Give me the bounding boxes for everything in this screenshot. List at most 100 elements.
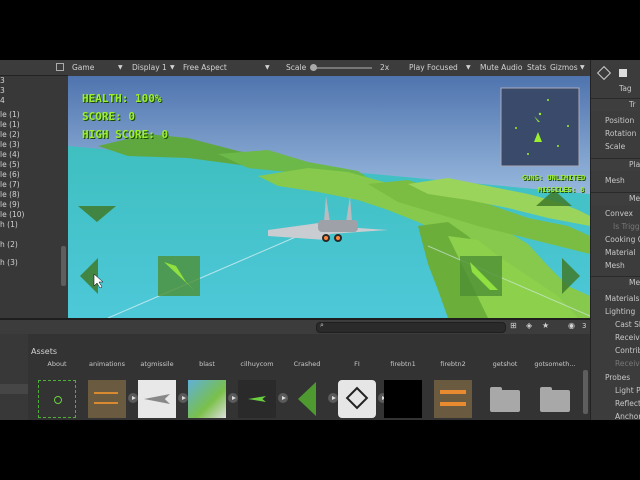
hierarchy-row[interactable]: le (7): [0, 180, 20, 190]
arrow-sprite-icon[interactable]: [288, 380, 326, 418]
asset-label: About: [47, 360, 67, 368]
cube-icon: [596, 65, 612, 81]
hierarchy-row[interactable]: le (1): [0, 120, 20, 130]
contribute-gi-label: Contrib: [615, 346, 640, 355]
hierarchy-row[interactable]: 3: [0, 86, 5, 96]
hierarchy-row[interactable]: 4: [0, 96, 5, 106]
asset-label: FI: [354, 360, 360, 368]
game-tab-dropdown-icon[interactable]: ▼: [118, 64, 123, 71]
project-search-input[interactable]: [316, 322, 506, 333]
light-probes-label: Light P: [615, 386, 640, 395]
hidden-count: 3: [582, 322, 587, 330]
filter-icon[interactable]: ⊞: [510, 321, 517, 330]
game-scene: [68, 76, 590, 318]
cast-shadows-label: Cast Sh: [615, 320, 640, 329]
mesh-renderer-title: Me: [629, 278, 640, 287]
scale-slider-handle[interactable]: [310, 64, 317, 71]
missiles-label: MISSILES: 8: [538, 186, 585, 194]
assets-scrollbar[interactable]: [583, 370, 588, 414]
hierarchy-row[interactable]: h (1): [0, 220, 18, 230]
hierarchy-row[interactable]: le (8): [0, 190, 20, 200]
expand-asset-button[interactable]: [328, 393, 338, 403]
scale-slider[interactable]: [310, 64, 372, 71]
crosshair-sprite-icon[interactable]: [38, 380, 76, 418]
receive-shadows-label: Receiv: [615, 333, 640, 342]
scale-value: 2x: [380, 63, 390, 72]
asset-label: atgmissile: [140, 360, 174, 368]
expand-asset-button[interactable]: [228, 393, 238, 403]
aspect-dropdown[interactable]: Free Aspect: [183, 63, 227, 72]
rotation-label: Rotation: [605, 129, 637, 138]
tag-label: Tag: [619, 84, 632, 93]
stats-toggle[interactable]: Stats: [527, 63, 546, 72]
game-tab[interactable]: Game: [72, 63, 94, 72]
unity-asset-icon[interactable]: [338, 380, 376, 418]
plane-sprite-icon[interactable]: [238, 380, 276, 418]
assets-panel: Assets About animations atgmissile blast cil…: [28, 334, 590, 420]
asset-label: gotsometh...: [534, 360, 576, 368]
aspect-dropdown-icon[interactable]: ▼: [265, 64, 270, 71]
convex-label: Convex: [605, 209, 633, 218]
reflection-probes-label: Reflect: [615, 399, 640, 408]
game-view[interactable]: HEALTH: 100% SCORE: 0 HIGH SCORE: 0 GUNS…: [68, 76, 590, 318]
hierarchy-row[interactable]: le (5): [0, 160, 20, 170]
animation-sprite-icon[interactable]: [88, 380, 126, 418]
mesh-filter-section[interactable]: Pla: [591, 158, 640, 171]
hierarchy-row[interactable]: le (3): [0, 140, 20, 150]
assets-breadcrumb[interactable]: Assets: [31, 347, 57, 356]
project-folder-tree: [0, 334, 28, 420]
active-checkbox[interactable]: [619, 69, 627, 77]
gizmos-toggle[interactable]: Gizmos: [550, 63, 578, 72]
black-sprite-icon[interactable]: [384, 380, 422, 418]
hierarchy-panel: 3 3 4 le (1) le (1) le (2) le (3) le (4) le (5) l…: [0, 60, 68, 318]
project-toolbar: ⌕ ⊞ ◈ ★ ◉ 3: [0, 318, 590, 334]
mesh-collider-title: Me: [629, 194, 640, 203]
expand-asset-button[interactable]: [278, 393, 288, 403]
asset-label: Crashed: [293, 360, 321, 368]
hierarchy-row[interactable]: 3: [0, 76, 5, 86]
gizmos-dropdown-icon[interactable]: ▼: [580, 64, 585, 71]
mute-audio-toggle[interactable]: Mute Audio: [480, 63, 522, 72]
hierarchy-header: [0, 60, 68, 76]
hierarchy-scrollbar[interactable]: [61, 246, 66, 286]
hidden-packages-icon[interactable]: ◉: [568, 321, 575, 330]
expand-asset-button[interactable]: [128, 393, 138, 403]
hierarchy-row[interactable]: le (6): [0, 170, 20, 180]
play-mode-dropdown-icon[interactable]: ▼: [466, 64, 471, 71]
game-toolbar: Game ▼ Display 1 ▼ Free Aspect ▼ Scale 2…: [68, 60, 590, 77]
folder-icon[interactable]: [486, 380, 524, 418]
terrain-sprite-icon[interactable]: [188, 380, 226, 418]
mesh-renderer-section[interactable]: Me: [591, 276, 640, 289]
hierarchy-row[interactable]: le (4): [0, 150, 20, 160]
expand-asset-button[interactable]: [178, 393, 188, 403]
mesh-collider-section[interactable]: Me: [591, 192, 640, 205]
fire-sprite-icon[interactable]: [434, 380, 472, 418]
hierarchy-row[interactable]: le (10): [0, 210, 24, 220]
folder-tree-row[interactable]: [0, 384, 28, 394]
display-dropdown-icon[interactable]: ▼: [170, 64, 175, 71]
label-icon[interactable]: ◈: [526, 321, 532, 330]
asset-label: animations: [88, 360, 126, 368]
hierarchy-row[interactable]: le (2): [0, 130, 20, 140]
score-label: SCORE: 0: [82, 110, 135, 123]
scale-label: Scale: [605, 142, 626, 151]
inspector-panel: Tag Tr Position Rotation Scale Pla Mesh …: [590, 60, 640, 420]
anchor-label: Anchor: [615, 412, 640, 420]
hierarchy-row[interactable]: le (9): [0, 200, 20, 210]
hierarchy-row[interactable]: h (3): [0, 258, 18, 268]
hierarchy-row[interactable]: h (2): [0, 240, 18, 250]
favorite-icon[interactable]: ★: [542, 321, 549, 330]
position-label: Position: [605, 116, 635, 125]
hierarchy-row[interactable]: le (1): [0, 110, 20, 120]
jet-sprite-icon[interactable]: [138, 380, 176, 418]
search-icon: ⌕: [320, 321, 324, 329]
is-trigger-label: Is Trigg: [613, 222, 640, 231]
transform-section[interactable]: Tr: [591, 98, 640, 111]
asset-label: cilhuycom: [240, 360, 274, 368]
folder-icon[interactable]: [536, 380, 574, 418]
asset-label: firebtn2: [440, 360, 466, 368]
mesh2-label: Mesh: [605, 261, 625, 270]
hierarchy-menu-icon[interactable]: [56, 63, 64, 71]
play-focused-dropdown[interactable]: Play Focused: [409, 63, 458, 72]
display-dropdown[interactable]: Display 1: [132, 63, 167, 72]
